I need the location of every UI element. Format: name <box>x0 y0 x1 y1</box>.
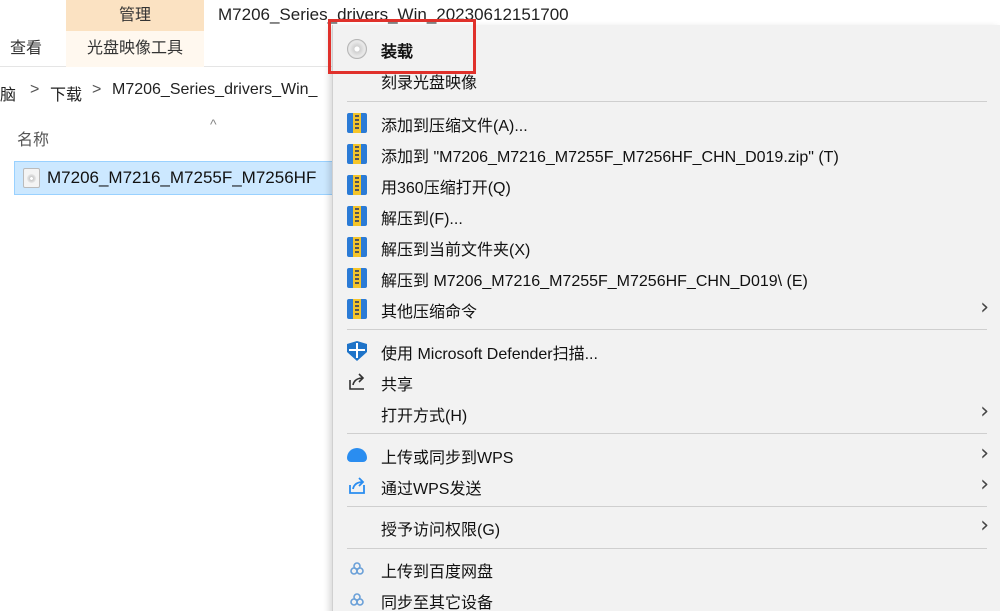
file-row-selected[interactable]: M7206_M7216_M7255F_M7256HF <box>14 161 344 195</box>
menu-item-upload-baidu-netdisk[interactable]: 上传到百度网盘 <box>333 553 1000 584</box>
winrar-icon <box>347 237 367 257</box>
menu-item-other-compress-commands[interactable]: 其他压缩命令 › <box>333 293 1000 324</box>
tab-disc-image-tools[interactable]: 光盘映像工具 <box>66 31 204 67</box>
menu-item-add-to-archive[interactable]: 添加到压缩文件(A)... <box>333 107 1000 138</box>
chevron-right-icon: › <box>980 472 989 497</box>
winrar-icon <box>347 206 367 226</box>
cloud-icon <box>347 448 367 462</box>
winrar-icon <box>347 299 367 319</box>
menu-item-sync-other-devices[interactable]: 同步至其它设备 <box>333 584 1000 611</box>
menu-item-label: 通过WPS发送 <box>381 481 482 498</box>
chevron-right-icon: › <box>980 513 989 538</box>
chevron-right-icon: › <box>980 295 989 320</box>
menu-item-label: 共享 <box>381 377 414 394</box>
menu-item-label: 上传到百度网盘 <box>381 564 494 581</box>
breadcrumb-separator: > <box>30 81 40 98</box>
share-icon <box>347 372 367 392</box>
menu-item-label: 添加到 "M7206_M7216_M7255F_M7256HF_CHN_D019… <box>381 149 839 166</box>
menu-separator <box>347 101 987 102</box>
chevron-right-icon: › <box>980 399 989 424</box>
menu-item-label: 同步至其它设备 <box>381 595 494 611</box>
menu-item-label: 用360压缩打开(Q) <box>381 180 511 197</box>
menu-item-label: 上传或同步到WPS <box>381 450 514 467</box>
file-name: M7206_M7216_M7255F_M7256HF <box>47 168 317 187</box>
menu-item-share[interactable]: 共享 <box>333 366 1000 397</box>
menu-item-label: 解压到当前文件夹(X) <box>381 242 531 259</box>
tab-view[interactable]: 查看 <box>10 31 42 67</box>
breadcrumb-folder[interactable]: M7206_Series_drivers_Win_ <box>112 81 317 99</box>
winrar-icon <box>347 175 367 195</box>
baidu-netdisk-icon <box>347 559 367 579</box>
menu-item-label: 解压到(F)... <box>381 211 463 228</box>
defender-shield-icon <box>347 341 367 361</box>
menu-item-label: 打开方式(H) <box>381 408 468 425</box>
breadcrumb-separator: > <box>92 81 102 98</box>
menu-separator <box>347 433 987 434</box>
chevron-right-icon: › <box>980 441 989 466</box>
highlight-annotation-box <box>328 19 476 74</box>
menu-item-label: 使用 Microsoft Defender扫描... <box>381 346 598 363</box>
menu-item-extract-here[interactable]: 解压到当前文件夹(X) <box>333 231 1000 262</box>
send-icon <box>347 476 367 496</box>
winrar-icon <box>347 268 367 288</box>
menu-item-extract-to[interactable]: 解压到(F)... <box>333 200 1000 231</box>
winrar-icon <box>347 113 367 133</box>
disc-image-file-icon <box>23 168 40 188</box>
menu-item-send-via-wps[interactable]: 通过WPS发送 › <box>333 470 1000 501</box>
menu-item-open-with[interactable]: 打开方式(H) › <box>333 397 1000 428</box>
menu-item-label: 其他压缩命令 <box>381 304 478 321</box>
menu-separator <box>347 548 987 549</box>
breadcrumb-this-pc[interactable]: 脑 <box>0 81 16 105</box>
menu-item-extract-to-folder[interactable]: 解压到 M7206_M7216_M7255F_M7256HF_CHN_D019\… <box>333 262 1000 293</box>
menu-item-label: 添加到压缩文件(A)... <box>381 118 528 135</box>
menu-item-upload-sync-wps[interactable]: 上传或同步到WPS › <box>333 439 1000 470</box>
menu-item-open-with-360zip[interactable]: 用360压缩打开(Q) <box>333 169 1000 200</box>
menu-item-label: 授予访问权限(G) <box>381 522 501 539</box>
baidu-netdisk-icon <box>347 590 367 610</box>
winrar-icon <box>347 144 367 164</box>
column-name-header[interactable]: 名称 <box>17 126 49 150</box>
menu-separator <box>347 506 987 507</box>
manage-context-tab[interactable]: 管理 <box>66 0 204 31</box>
menu-item-defender-scan[interactable]: 使用 Microsoft Defender扫描... <box>333 335 1000 366</box>
menu-separator <box>347 329 987 330</box>
breadcrumb-downloads[interactable]: 下载 <box>50 81 82 105</box>
context-menu: 装载 刻录光盘映像 添加到压缩文件(A)... 添加到 "M7206_M7216… <box>332 25 1000 611</box>
menu-item-label: 解压到 M7206_M7216_M7255F_M7256HF_CHN_D019\… <box>381 273 808 290</box>
menu-item-add-to-zip[interactable]: 添加到 "M7206_M7216_M7255F_M7256HF_CHN_D019… <box>333 138 1000 169</box>
sort-ascending-icon: ^ <box>210 116 217 132</box>
menu-item-give-access[interactable]: 授予访问权限(G) › <box>333 511 1000 542</box>
